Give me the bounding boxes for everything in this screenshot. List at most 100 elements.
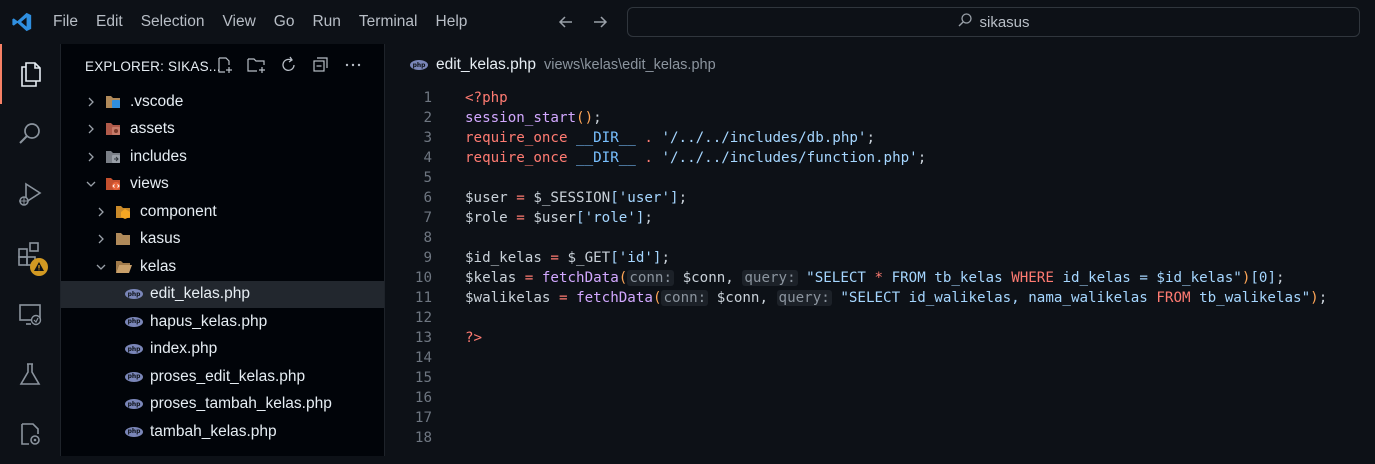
chevron-down-icon[interactable] xyxy=(83,176,99,192)
line-content: $user = $_SESSION['user']; xyxy=(465,188,687,208)
chevron-right-icon[interactable] xyxy=(83,94,99,110)
chevron-right-icon[interactable] xyxy=(83,121,99,137)
tree-item-label: assets xyxy=(130,120,175,137)
code-token: $conn, xyxy=(674,270,743,286)
code-line[interactable]: 17 xyxy=(385,408,1375,428)
tree-file[interactable]: php proses_edit_kelas.php xyxy=(61,363,384,390)
tree-item-label: tambah_kelas.php xyxy=(150,422,277,440)
menu-help[interactable]: Help xyxy=(427,0,477,44)
code-line[interactable]: 1 <?php xyxy=(385,88,1375,108)
code-line[interactable]: 3 require_once __DIR__ . '/../../includes… xyxy=(385,128,1375,148)
code-token: ; xyxy=(593,110,602,126)
inlay-hint: conn: xyxy=(627,270,675,286)
chevron-right-icon[interactable] xyxy=(93,204,109,220)
php-file-icon: php xyxy=(125,396,143,412)
code-token: id_kelas = $id_kelas" xyxy=(1053,270,1242,286)
code-line[interactable]: 18 xyxy=(385,428,1375,448)
code-token: ; xyxy=(661,250,671,266)
code-line[interactable]: 9 $id_kelas = $_GET['id']; xyxy=(385,248,1375,268)
line-number: 15 xyxy=(414,370,432,386)
tree-file[interactable]: php proses_tambah_kelas.php xyxy=(61,391,384,418)
code-token: $conn, xyxy=(708,290,777,306)
code-line[interactable]: 4 require_once __DIR__ . '/../../includes… xyxy=(385,148,1375,168)
code-token: * xyxy=(874,270,884,286)
tree-folder[interactable]: .vscode xyxy=(61,88,384,115)
breadcrumb-path: views\kelas\edit_kelas.php xyxy=(543,57,716,73)
chevron-right-icon[interactable] xyxy=(93,231,109,247)
tree-folder[interactable]: assets xyxy=(61,116,384,143)
new-folder-icon[interactable] xyxy=(246,54,268,76)
tree-file[interactable]: php tambah_kelas.php xyxy=(61,418,384,445)
breadcrumb-file[interactable]: edit_kelas.php xyxy=(436,56,536,74)
code-line[interactable]: 7 $role = $user['role']; xyxy=(385,208,1375,228)
code-line[interactable]: 13 ?> xyxy=(385,328,1375,348)
chevron-right-icon[interactable] xyxy=(83,149,99,165)
code-line[interactable]: 15 xyxy=(385,368,1375,388)
extensions-icon[interactable] xyxy=(0,224,60,284)
line-content: require_once __DIR__ . '/../../includes/… xyxy=(465,148,926,168)
tree-file[interactable]: php hapus_kelas.php xyxy=(61,308,384,335)
arrow-right-icon[interactable] xyxy=(589,11,611,33)
tree-file[interactable]: php index.php xyxy=(61,336,384,363)
line-number: 7 xyxy=(423,210,432,226)
code-token: ) xyxy=(1310,290,1319,306)
new-file-icon[interactable] xyxy=(214,54,236,76)
run-debug-icon[interactable] xyxy=(0,164,60,224)
more-actions-icon[interactable] xyxy=(342,54,364,76)
code-token: ; xyxy=(644,210,653,226)
command-center-search[interactable]: sikasus xyxy=(627,7,1360,37)
code-token: ['user'] xyxy=(610,190,679,206)
tree-folder[interactable]: views xyxy=(61,171,384,198)
tree-file[interactable]: php edit_kelas.php xyxy=(61,280,384,308)
tree-folder[interactable]: includes xyxy=(61,143,384,170)
vscode-logo-icon xyxy=(0,0,44,44)
code-line[interactable]: 10 $kelas = fetchData(conn: $conn, query:… xyxy=(385,268,1375,288)
code-line[interactable]: 2 session_start(); xyxy=(385,108,1375,128)
menu-view[interactable]: View xyxy=(213,0,264,44)
line-content: session_start(); xyxy=(465,108,602,128)
search-view-icon[interactable] xyxy=(0,104,60,164)
settings-file-gear-icon[interactable] xyxy=(0,404,60,464)
code-token: require_once xyxy=(465,150,577,166)
chevron-down-icon[interactable] xyxy=(93,259,109,275)
line-number: 10 xyxy=(414,270,432,286)
line-content: $role = $user['role']; xyxy=(465,208,653,228)
code-line[interactable]: 5 xyxy=(385,168,1375,188)
editor-area: php edit_kelas.php views\kelas\edit_kela… xyxy=(385,44,1375,456)
code-line[interactable]: 11 $walikelas = fetchData(conn: $conn, qu… xyxy=(385,288,1375,308)
arrow-left-icon[interactable] xyxy=(555,11,577,33)
code-token: = xyxy=(516,210,525,226)
line-content: $walikelas = fetchData(conn: $conn, quer… xyxy=(465,288,1327,308)
menu-run[interactable]: Run xyxy=(303,0,349,44)
code-token: = xyxy=(516,190,525,206)
refresh-icon[interactable] xyxy=(278,54,300,76)
collapse-all-icon[interactable] xyxy=(310,54,332,76)
search-icon xyxy=(957,12,973,32)
tree-folder[interactable]: component xyxy=(61,198,384,225)
tree-item-label: edit_kelas.php xyxy=(150,285,250,302)
tree-item-label: includes xyxy=(130,147,187,165)
code-token: $_SESSION xyxy=(524,190,611,206)
code-token: require_once xyxy=(465,130,577,146)
activity-bar xyxy=(0,44,61,456)
code-line[interactable]: 8 xyxy=(385,228,1375,248)
tree-item-label: hapus_kelas.php xyxy=(150,312,268,330)
explorer-icon[interactable] xyxy=(0,44,60,104)
code-line[interactable]: 16 xyxy=(385,388,1375,408)
assets-folder-icon xyxy=(105,121,123,137)
code-line[interactable]: 14 xyxy=(385,348,1375,368)
line-number: 11 xyxy=(414,290,432,306)
menu-go[interactable]: Go xyxy=(265,0,304,44)
menu-selection[interactable]: Selection xyxy=(132,0,214,44)
tree-folder[interactable]: kelas xyxy=(61,253,384,280)
menu-terminal[interactable]: Terminal xyxy=(350,0,427,44)
menu-file[interactable]: File xyxy=(44,0,87,44)
menu-edit[interactable]: Edit xyxy=(87,0,132,44)
testing-flask-icon[interactable] xyxy=(0,344,60,404)
tree-folder[interactable]: kasus xyxy=(61,226,384,253)
code-line[interactable]: 6 $user = $_SESSION['user']; xyxy=(385,188,1375,208)
line-number: 1 xyxy=(423,90,432,106)
remote-explorer-icon[interactable] xyxy=(0,284,60,344)
line-number: 16 xyxy=(414,390,432,406)
code-line[interactable]: 12 xyxy=(385,308,1375,328)
